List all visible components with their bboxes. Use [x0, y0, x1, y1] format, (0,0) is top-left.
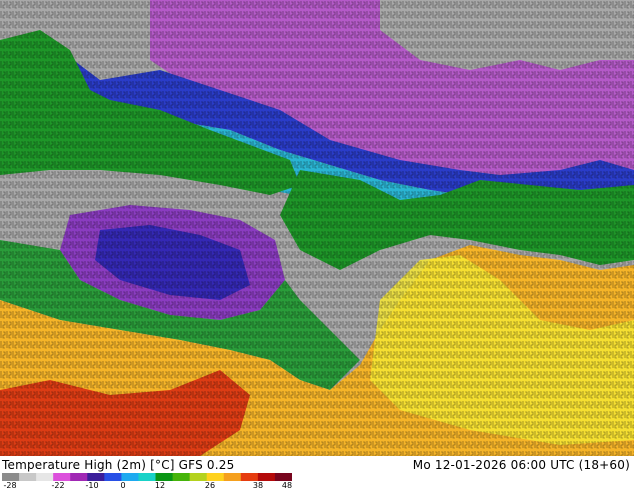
temperature-map	[0, 0, 634, 456]
color-scale-segment	[2, 473, 20, 481]
scale-tick-label: 12	[154, 481, 166, 490]
color-scale-segment	[19, 473, 37, 481]
color-scale-segment	[172, 473, 191, 481]
scale-tick-label: -28	[3, 481, 17, 490]
scale-tick-label: 0	[120, 481, 126, 490]
map-title: Temperature High (2m) [°C] GFS 0.25	[2, 458, 235, 472]
color-scale-segment	[138, 473, 157, 481]
color-scale-segment	[240, 473, 259, 481]
forecast-datetime: Mo 12-01-2026 06:00 UTC (18+60)	[412, 458, 630, 472]
color-scale-segment	[155, 473, 174, 481]
color-scale-segment	[53, 473, 71, 481]
color-scale-segment	[70, 473, 88, 481]
scale-tick-label: -10	[85, 481, 99, 490]
color-scale-segment	[189, 473, 208, 481]
scale-tick-label: 26	[204, 481, 216, 490]
color-scale-segment	[36, 473, 54, 481]
map-footer: Temperature High (2m) [°C] GFS 0.25 Mo 1…	[0, 456, 634, 490]
color-scale-segment	[206, 473, 225, 481]
color-scale-segment	[223, 473, 242, 481]
scale-tick-label: -22	[51, 481, 65, 490]
map-canvas	[0, 0, 634, 456]
scale-tick-label: 48	[281, 481, 293, 490]
color-scale-bar	[2, 473, 292, 481]
scale-tick-label: 38	[252, 481, 264, 490]
color-scale-segment	[121, 473, 139, 481]
color-scale-segment	[87, 473, 105, 481]
color-scale-segment	[257, 473, 276, 481]
value-grid-texture	[0, 0, 634, 456]
color-scale-segment	[104, 473, 122, 481]
